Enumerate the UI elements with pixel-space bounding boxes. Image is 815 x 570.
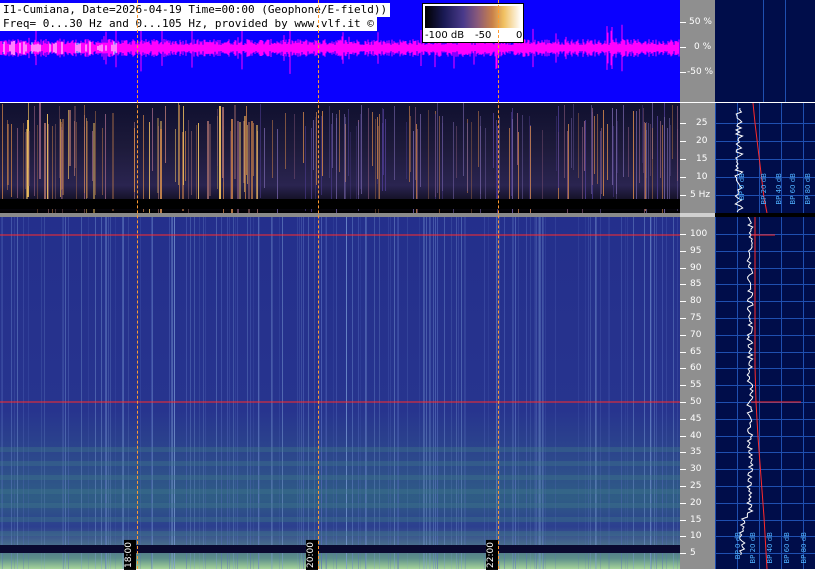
axis-tick: [680, 385, 686, 386]
waveform-tick-0: 0 %: [694, 42, 712, 52]
frequency-info-subtitle: Freq= 0...30 Hz and 0...105 Hz, provided…: [0, 17, 377, 31]
main-tick-10: 10: [690, 531, 702, 541]
axis-tick: [680, 452, 686, 453]
axis-tick: [680, 177, 686, 178]
main-tick-20: 20: [690, 498, 702, 508]
main-band-frequency-axis: 100 95 90 85 80 75 70 65 60 55 50 45 40 35 30 25 20 15 10 5: [680, 217, 715, 569]
spectrogram-main-band-texture: [0, 217, 680, 569]
spectrogram-low-band-texture: [0, 103, 680, 213]
low-tick-15: 15: [696, 154, 708, 164]
main-band-profile-trace: [738, 217, 801, 569]
axis-tick: [680, 335, 686, 336]
profile-label-bp80: BP 80 dB: [800, 532, 808, 564]
axis-tick: [680, 284, 686, 285]
low-tick-25: 25: [696, 118, 708, 128]
profile-label-bp40: BP 40 dB: [766, 532, 774, 564]
axis-tick: [680, 234, 686, 235]
profile-label-bp80: BP 80 dB: [804, 173, 812, 205]
main-tick-5: 5: [690, 548, 696, 558]
axis-tick: [680, 368, 686, 369]
axis-tick: [680, 520, 686, 521]
main-tick-25: 25: [690, 481, 702, 491]
profile-label-bp60: BP 60 dB: [789, 173, 797, 205]
main-tick-45: 45: [690, 414, 702, 424]
waveform-panel: I1-Cumiana, Date=2026-04-19 Time=00:00 (…: [0, 0, 680, 102]
axis-tick: [680, 251, 686, 252]
axis-tick: [680, 141, 686, 142]
axis-tick: [680, 503, 686, 504]
axis-tick: [680, 402, 686, 403]
main-band-profile-panel: BP 0 dB BP 20 dB BP 40 dB BP 60 dB BP 80…: [715, 217, 815, 569]
waveform-axis: 50 % 0 % -50 %: [680, 0, 715, 102]
time-label-18: 18:00: [124, 540, 136, 570]
main-tick-40: 40: [690, 431, 702, 441]
low-band-profile-panel: BP 0 dB BP 20 dB BP 40 dB BP 60 dB BP 80…: [715, 103, 815, 213]
axis-tick: [680, 536, 686, 537]
axis-tick: [680, 318, 686, 319]
profile-label-bp0: BP 0 dB: [734, 532, 742, 560]
axis-tick: [680, 22, 686, 23]
time-label-20: 20:00: [306, 540, 318, 570]
main-tick-60: 60: [690, 363, 702, 373]
colorbar-label-max: 0: [516, 30, 523, 41]
axis-tick: [680, 47, 686, 48]
axis-tick: [680, 553, 686, 554]
time-marker-20: [318, 0, 319, 569]
time-marker-22: [498, 0, 499, 569]
main-tick-75: 75: [690, 313, 702, 323]
time-label-22: 22:00: [486, 540, 498, 570]
axis-tick: [680, 486, 686, 487]
station-info-title: I1-Cumiana, Date=2026-04-19 Time=00:00 (…: [0, 3, 391, 17]
main-tick-80: 80: [690, 296, 702, 306]
main-tick-90: 90: [690, 263, 702, 273]
low-tick-20: 20: [696, 136, 708, 146]
time-marker-18: [137, 0, 138, 569]
vlf-monitor-screen: I1-Cumiana, Date=2026-04-19 Time=00:00 (…: [0, 0, 815, 570]
main-tick-15: 15: [690, 515, 702, 525]
colorbar-gradient: [425, 6, 521, 28]
main-tick-85: 85: [690, 279, 702, 289]
axis-tick: [680, 301, 686, 302]
main-tick-65: 65: [690, 347, 702, 357]
colorbar-legend: -100 dB -50 0: [422, 3, 524, 43]
axis-tick: [680, 469, 686, 470]
low-band-frequency-axis: 25 20 15 10 5 Hz: [680, 103, 715, 213]
axis-tick: [680, 419, 686, 420]
waveform-profile-panel: [715, 0, 815, 102]
axis-tick: [680, 436, 686, 437]
main-tick-30: 30: [690, 464, 702, 474]
axis-tick: [680, 72, 686, 73]
profile-grid: [785, 0, 786, 102]
spectrogram-low-band: [0, 103, 680, 213]
profile-label-bp20: BP 20 dB: [760, 173, 768, 205]
profile-label-bp20: BP 20 dB: [749, 532, 757, 564]
profile-label-bp60: BP 60 dB: [783, 532, 791, 564]
colorbar-label-min: -100 dB: [425, 30, 465, 41]
waveform-tick-minus50: -50 %: [687, 67, 714, 77]
main-tick-70: 70: [690, 330, 702, 340]
axis-tick: [680, 123, 686, 124]
main-tick-50: 50: [690, 397, 702, 407]
low-tick-5: 5 Hz: [690, 190, 711, 200]
colorbar-label-mid: -50: [475, 30, 492, 41]
axis-tick: [680, 352, 686, 353]
main-tick-100: 100: [690, 229, 708, 239]
spectrogram-main-band: [0, 217, 680, 569]
low-tick-10: 10: [696, 172, 708, 182]
axis-tick: [680, 195, 686, 196]
profile-label-bp0: BP 0 dB: [738, 173, 746, 201]
waveform-tick-50: 50 %: [689, 17, 712, 27]
main-tick-55: 55: [690, 380, 702, 390]
main-tick-95: 95: [690, 246, 702, 256]
axis-tick: [680, 159, 686, 160]
profile-grid: [763, 0, 764, 102]
main-tick-35: 35: [690, 447, 702, 457]
axis-tick: [680, 268, 686, 269]
profile-label-bp40: BP 40 dB: [775, 173, 783, 205]
